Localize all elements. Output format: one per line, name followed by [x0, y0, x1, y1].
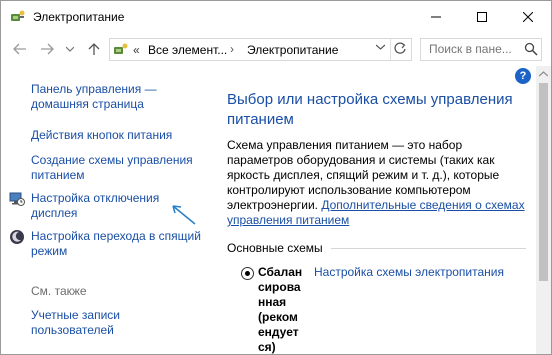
maximize-button[interactable]: [459, 1, 505, 32]
refresh-icon: [394, 42, 406, 54]
back-button[interactable]: [11, 40, 29, 58]
monitor-clock-icon: [9, 191, 25, 207]
power-options-icon: [10, 9, 26, 25]
help-icon[interactable]: ?: [515, 68, 531, 84]
scrollbar-thumb[interactable]: [539, 83, 548, 281]
page-title: Выбор или настройка схемы управления пит…: [227, 91, 513, 128]
refresh-button[interactable]: [393, 41, 407, 58]
arrow-up-icon: [88, 43, 100, 55]
address-divider: [390, 39, 391, 60]
navigation-row: « Все элемент... › Электропитание: [1, 32, 551, 66]
moon-sleep-icon: [9, 229, 25, 245]
see-also-heading: См. также: [31, 284, 87, 298]
breadcrumb-power-options[interactable]: Электропитание: [247, 43, 338, 57]
section-divider: [331, 248, 526, 249]
breadcrumb-all-items[interactable]: Все элемент...: [148, 43, 227, 57]
breadcrumb-overflow[interactable]: «: [133, 43, 140, 57]
create-power-plan-link[interactable]: Создание схемы управления питанием: [31, 153, 201, 183]
power-buttons-link[interactable]: Действия кнопок питания: [31, 128, 201, 143]
user-accounts-link[interactable]: Учетные записи пользователей: [31, 308, 201, 338]
left-task-pane: Панель управления — домашняя страница Де…: [1, 66, 206, 354]
plan-radio-button[interactable]: [241, 267, 254, 280]
search-input[interactable]: [429, 42, 521, 56]
scroll-up-button[interactable]: [538, 70, 549, 79]
close-button[interactable]: [505, 1, 551, 32]
up-button[interactable]: [85, 40, 103, 58]
search-box[interactable]: [420, 38, 542, 61]
chevron-down-icon: [375, 44, 386, 50]
display-off-settings-link[interactable]: Настройка отключения дисплея: [31, 191, 201, 221]
address-bar[interactable]: « Все элемент... › Электропитание: [109, 38, 412, 61]
page-description: Схема управления питанием — это набор па…: [227, 138, 525, 228]
recent-locations-button[interactable]: [61, 40, 79, 58]
window-title: Электропитание: [33, 10, 125, 24]
arrow-left-icon: [13, 43, 26, 55]
section-heading: Основные схемы: [227, 241, 323, 255]
sleep-settings-link[interactable]: Настройка перехода в спящий режим: [31, 229, 201, 259]
plan-settings-link[interactable]: Настройка схемы электропитания: [314, 265, 504, 279]
search-icon[interactable]: [524, 42, 538, 56]
maximize-icon: [477, 11, 487, 22]
close-icon: [523, 11, 533, 22]
chevron-down-icon: [66, 46, 74, 52]
arrow-right-icon: [41, 43, 54, 55]
minimize-button[interactable]: [413, 1, 459, 32]
chevron-up-icon: [538, 71, 549, 77]
vertical-scrollbar[interactable]: [536, 66, 551, 354]
title-bar: Электропитание: [1, 1, 551, 32]
plan-name[interactable]: Сбалан сирова нная (реком ендует ся): [258, 265, 310, 354]
control-panel-home-link[interactable]: Панель управления — домашняя страница: [31, 82, 201, 112]
forward-button[interactable]: [38, 40, 56, 58]
breadcrumb-separator[interactable]: ›: [230, 42, 234, 56]
minimize-icon: [431, 16, 441, 17]
address-dropdown-button[interactable]: [375, 42, 386, 53]
control-panel-icon: [113, 42, 129, 58]
power-options-window: Электропитание « Все элемент... › Электр…: [0, 0, 552, 355]
